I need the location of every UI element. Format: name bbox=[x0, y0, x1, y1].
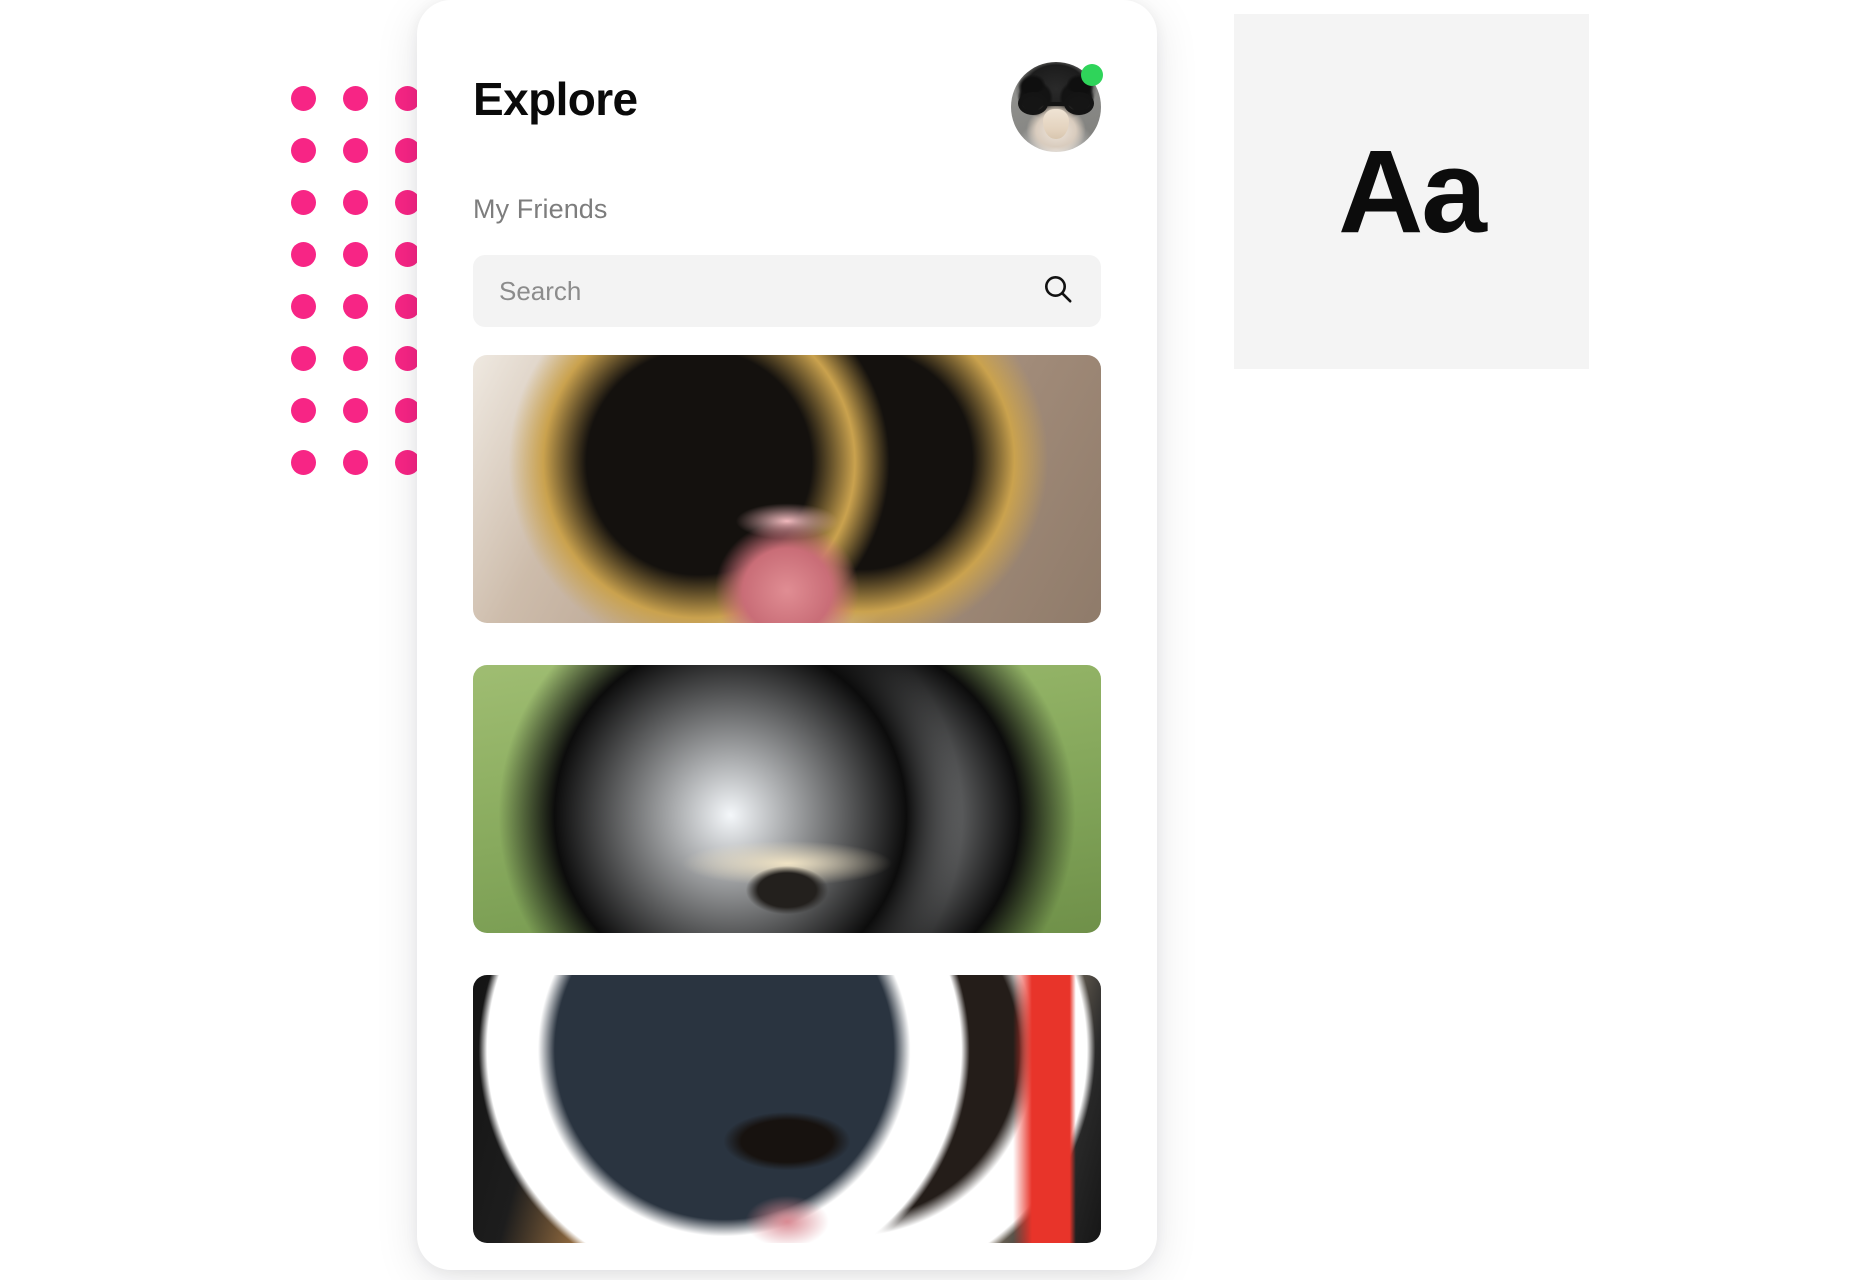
grid-dot bbox=[342, 85, 368, 111]
search-bar[interactable] bbox=[473, 255, 1101, 327]
dot-grid-cell bbox=[277, 384, 329, 436]
dot-grid-cell bbox=[329, 176, 381, 228]
dot-grid-cell bbox=[277, 332, 329, 384]
type-sample-text: Aa bbox=[1338, 125, 1487, 258]
photo-feed bbox=[473, 355, 1101, 1243]
grid-dot bbox=[342, 397, 368, 423]
dot-grid-cell bbox=[329, 436, 381, 488]
glasses-bridge bbox=[1046, 101, 1066, 106]
app-phone-card: Explore My Friends bbox=[417, 0, 1157, 1270]
dot-grid-cell bbox=[277, 228, 329, 280]
dot-grid-cell bbox=[277, 72, 329, 124]
grid-dot bbox=[290, 189, 316, 215]
dot-grid-cell bbox=[329, 124, 381, 176]
dot-grid-cell bbox=[329, 332, 381, 384]
grid-dot bbox=[394, 241, 420, 267]
grid-dot bbox=[394, 189, 420, 215]
app-screen: Explore My Friends bbox=[417, 0, 1157, 1270]
search-input[interactable] bbox=[499, 275, 1029, 307]
grid-dot bbox=[290, 397, 316, 423]
avatar[interactable] bbox=[1011, 62, 1103, 152]
dot-grid-cell bbox=[329, 280, 381, 332]
feed-card-cat[interactable] bbox=[473, 355, 1101, 623]
grid-dot bbox=[394, 345, 420, 371]
grid-dot bbox=[290, 293, 316, 319]
grid-dot bbox=[290, 137, 316, 163]
feed-card-dog[interactable] bbox=[473, 975, 1101, 1243]
search-icon[interactable] bbox=[1041, 272, 1075, 311]
dot-grid-cell bbox=[277, 280, 329, 332]
grid-dot bbox=[342, 449, 368, 475]
grid-dot bbox=[290, 345, 316, 371]
pink-dot-grid bbox=[277, 72, 433, 488]
grid-dot bbox=[342, 137, 368, 163]
dot-grid-cell bbox=[277, 176, 329, 228]
section-subtitle: My Friends bbox=[473, 194, 608, 224]
grid-dot bbox=[394, 293, 420, 319]
grid-dot bbox=[290, 85, 316, 111]
grid-dot bbox=[342, 241, 368, 267]
app-header: Explore bbox=[473, 0, 1103, 152]
grid-dot bbox=[394, 397, 420, 423]
grid-dot bbox=[394, 449, 420, 475]
grid-dot bbox=[290, 449, 316, 475]
glasses-lens-right bbox=[1063, 91, 1094, 116]
grid-dot bbox=[394, 137, 420, 163]
dot-grid-cell bbox=[329, 384, 381, 436]
design-showcase-canvas: Explore My Friends Search Aa bbox=[0, 0, 1856, 1280]
grid-dot bbox=[290, 241, 316, 267]
grid-dot bbox=[342, 293, 368, 319]
glasses-lens-left bbox=[1018, 91, 1049, 116]
feed-card-raccoon[interactable] bbox=[473, 665, 1101, 933]
grid-dot bbox=[342, 345, 368, 371]
grid-dot bbox=[342, 189, 368, 215]
dot-grid-cell bbox=[329, 72, 381, 124]
dot-grid-cell bbox=[329, 228, 381, 280]
dot-grid-cell bbox=[277, 436, 329, 488]
dot-grid-cell bbox=[277, 124, 329, 176]
status-badge bbox=[1081, 64, 1103, 86]
typography-swatch: Aa bbox=[1234, 14, 1589, 369]
page-title: Explore bbox=[473, 73, 638, 125]
glasses-icon bbox=[1018, 91, 1094, 116]
grid-dot bbox=[394, 85, 420, 111]
